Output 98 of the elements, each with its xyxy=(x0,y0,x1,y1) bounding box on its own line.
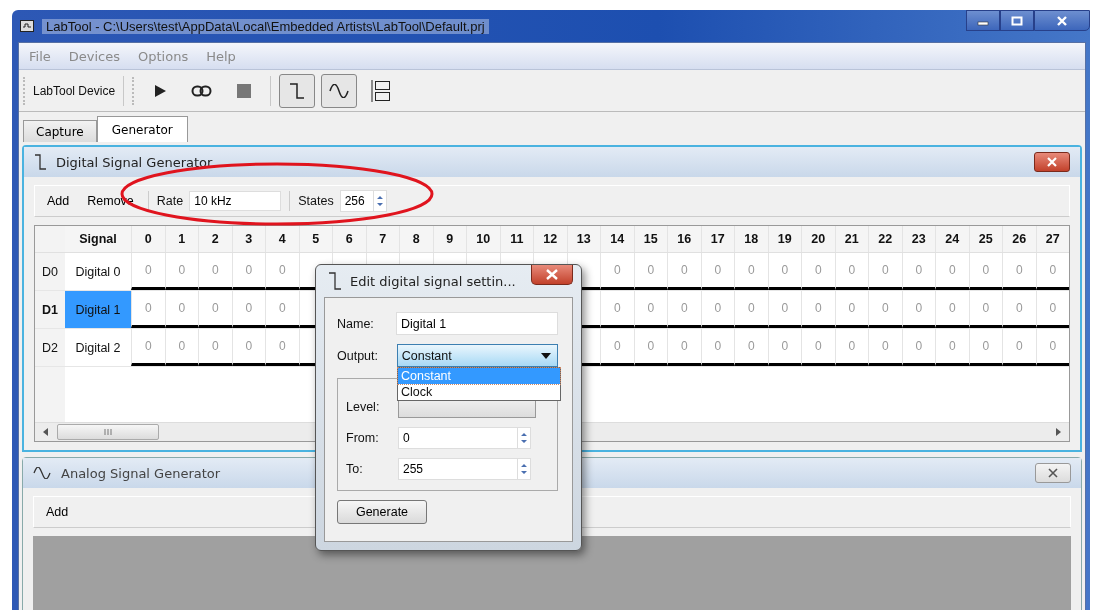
table-cell: 0 xyxy=(734,253,768,290)
column-header: 22 xyxy=(868,226,902,252)
table-cell: 0 xyxy=(801,253,835,290)
column-header: 23 xyxy=(901,226,935,252)
table-cell: 0 xyxy=(734,291,768,328)
table-cell: 0 xyxy=(265,253,299,290)
table-cell: 0 xyxy=(767,291,801,328)
column-header: 16 xyxy=(667,226,701,252)
table-cell: 0 xyxy=(868,291,902,328)
table-cell: 0 xyxy=(935,253,969,290)
rate-label: Rate xyxy=(156,194,184,208)
table-cell: 0 xyxy=(1002,329,1036,366)
table-cell: 0 xyxy=(767,253,801,290)
table-cell: 0 xyxy=(901,253,935,290)
table-cell: 0 xyxy=(131,253,165,290)
name-label: Name: xyxy=(337,316,375,331)
table-cell: 0 xyxy=(164,329,198,366)
table-cell: 0 xyxy=(935,329,969,366)
column-header: 21 xyxy=(834,226,868,252)
table-cell: 0 xyxy=(700,329,734,366)
column-header: 26 xyxy=(1002,226,1036,252)
column-header: 19 xyxy=(767,226,801,252)
column-header: 3 xyxy=(231,226,265,252)
table-cell: 0 xyxy=(600,291,634,328)
column-header: 0 xyxy=(131,226,165,252)
column-header: 18 xyxy=(734,226,768,252)
table-cell: 0 xyxy=(734,329,768,366)
table-cell: 0 xyxy=(801,329,835,366)
table-cell: 0 xyxy=(600,329,634,366)
table-cell: 0 xyxy=(901,329,935,366)
column-header: Signal xyxy=(78,231,118,248)
from-label: From: xyxy=(346,431,380,445)
table-cell: 0 xyxy=(198,291,232,328)
column-header: 5 xyxy=(298,226,332,252)
column-header: 25 xyxy=(968,226,1002,252)
column-header: 11 xyxy=(499,226,533,252)
to-label: To: xyxy=(346,462,364,476)
table-cell: 0 xyxy=(834,253,868,290)
table-cell: 0 xyxy=(131,329,165,366)
table-cell: 0 xyxy=(198,253,232,290)
column-header: 10 xyxy=(466,226,500,252)
table-cell: 0 xyxy=(1002,253,1036,290)
table-cell: 0 xyxy=(131,291,165,328)
column-header: 27 xyxy=(1035,226,1069,252)
table-cell: 0 xyxy=(633,329,667,366)
table-cell: 0 xyxy=(801,291,835,328)
table-cell: 0 xyxy=(700,291,734,328)
table-cell: 0 xyxy=(633,253,667,290)
table-cell: 0 xyxy=(968,253,1002,290)
output-label: Output: xyxy=(337,348,379,363)
table-cell: 0 xyxy=(1002,291,1036,328)
table-cell: 0 xyxy=(265,329,299,366)
table-cell: 0 xyxy=(164,253,198,290)
column-header: 24 xyxy=(935,226,969,252)
table-cell: 0 xyxy=(767,329,801,366)
table-cell: 0 xyxy=(231,329,265,366)
column-header: 6 xyxy=(332,226,366,252)
table-cell: 0 xyxy=(265,291,299,328)
table-cell: 0 xyxy=(198,329,232,366)
table-cell: 0 xyxy=(901,291,935,328)
table-cell: 0 xyxy=(968,291,1002,328)
table-cell: 0 xyxy=(667,291,701,328)
level-label: Level: xyxy=(346,399,381,414)
column-header: 8 xyxy=(399,226,433,252)
table-cell: 0 xyxy=(935,291,969,328)
table-cell: 0 xyxy=(1035,253,1069,290)
dialog-title: Edit digital signal settin... xyxy=(350,273,516,289)
column-header: 4 xyxy=(265,226,299,252)
column-header: 17 xyxy=(700,226,734,252)
table-cell: 0 xyxy=(231,253,265,290)
column-header: 7 xyxy=(365,226,399,252)
column-header: 12 xyxy=(533,226,567,252)
table-cell: 0 xyxy=(868,253,902,290)
states-label: States xyxy=(298,194,334,208)
table-cell: 0 xyxy=(667,329,701,366)
device-label: LabTool Device xyxy=(33,83,116,98)
table-cell: 0 xyxy=(700,253,734,290)
table-cell: 0 xyxy=(164,291,198,328)
table-cell: 0 xyxy=(834,291,868,328)
window-title: LabTool - C:\Users\test\AppData\Local\Embedded Artists\LabTool\Default.prj xyxy=(42,18,489,34)
table-cell: 0 xyxy=(834,329,868,366)
table-cell: 0 xyxy=(1035,329,1069,366)
table-cell: 0 xyxy=(968,329,1002,366)
column-header: 1 xyxy=(164,226,198,252)
table-cell: 0 xyxy=(1035,291,1069,328)
table-cell: 0 xyxy=(667,253,701,290)
column-header: 15 xyxy=(633,226,667,252)
column-header: 14 xyxy=(600,226,634,252)
table-cell: 0 xyxy=(633,291,667,328)
panel-title: Analog Signal Generator xyxy=(61,465,221,481)
table-cell: 0 xyxy=(868,329,902,366)
table-cell: 0 xyxy=(600,253,634,290)
panel-title: Digital Signal Generator xyxy=(56,154,213,170)
table-cell: 0 xyxy=(231,291,265,328)
column-header: 2 xyxy=(198,226,232,252)
column-header: 20 xyxy=(801,226,835,252)
column-header: 13 xyxy=(566,226,600,252)
column-header: 9 xyxy=(432,226,466,252)
